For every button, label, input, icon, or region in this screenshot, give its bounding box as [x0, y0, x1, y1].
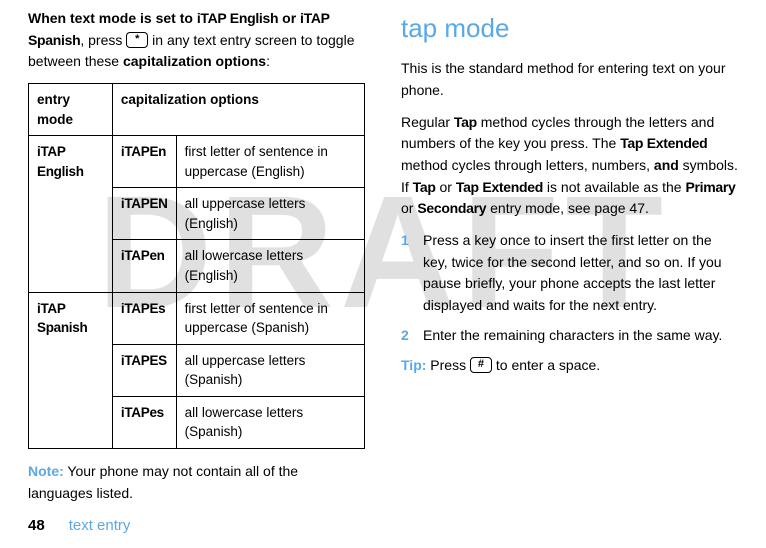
- secondary-label: Secondary: [417, 200, 486, 216]
- cell-code: iTAPen: [112, 240, 176, 292]
- cell-desc: first letter of sentence in uppercase (S…: [176, 292, 364, 344]
- intro-bold-tail: capitalization options: [123, 53, 266, 69]
- step-2: 2 Enter the remaining characters in the …: [401, 325, 738, 347]
- cell-itap-spanish: iTAP Spanish: [29, 292, 113, 448]
- txt: or: [436, 179, 456, 195]
- page-number: 48: [28, 517, 45, 534]
- note-paragraph: Note: Your phone may not contain all of …: [28, 461, 365, 504]
- txt: method cycles through letters, numbers,: [401, 157, 654, 173]
- txt: is not available as the: [543, 179, 685, 195]
- table-row: iTAP English iTAPEn first letter of sent…: [29, 136, 365, 188]
- th-cap-options: capitalization options: [112, 84, 364, 136]
- cell-code: iTAPEN: [112, 188, 176, 240]
- intro-prefix: When text mode is set to: [28, 10, 197, 26]
- cell-code: iTAPes: [112, 396, 176, 448]
- note-text: Your phone may not contain all of the la…: [28, 463, 298, 501]
- cell-desc: all lowercase letters (Spanish): [176, 396, 364, 448]
- page-footer: 48 text entry: [28, 517, 130, 534]
- right-column: tap mode This is the standard method for…: [401, 8, 738, 514]
- cell-code: iTAPEn: [112, 136, 176, 188]
- intro-paragraph: When text mode is set to iTAP English or…: [28, 8, 365, 73]
- tap-label: Tap: [454, 114, 477, 130]
- txt: Regular: [401, 114, 454, 130]
- tip-a: Press: [426, 357, 470, 373]
- tip-b: to enter a space.: [492, 357, 600, 373]
- step-number: 1: [401, 230, 423, 317]
- tap-detail: Regular Tap method cycles through the le…: [401, 112, 738, 220]
- cell-desc: first letter of sentence in uppercase (E…: [176, 136, 364, 188]
- txt: entry mode, see page 47.: [486, 200, 649, 216]
- step-text: Press a key once to insert the first let…: [423, 230, 738, 317]
- tap-mode-heading: tap mode: [401, 8, 738, 48]
- intro-mode1: iTAP English: [197, 10, 278, 26]
- tap-extended-label: Tap Extended: [456, 179, 543, 195]
- tip-paragraph: Tip: Press # to enter a space.: [401, 355, 738, 377]
- th-entry-mode: entry mode: [29, 84, 113, 136]
- step-1: 1 Press a key once to insert the first l…: [401, 230, 738, 317]
- txt: or: [401, 200, 417, 216]
- capitalization-table: entry mode capitalization options iTAP E…: [28, 83, 365, 449]
- intro-or: or: [278, 10, 300, 26]
- intro-mid1: , press: [80, 32, 126, 48]
- step-number: 2: [401, 325, 423, 347]
- tap-label: Tap: [413, 179, 436, 195]
- step-text: Enter the remaining characters in the sa…: [423, 325, 738, 347]
- cell-code: iTAPEs: [112, 292, 176, 344]
- page-columns: When text mode is set to iTAP English or…: [0, 0, 766, 514]
- tip-label: Tip:: [401, 357, 426, 373]
- table-row: iTAP Spanish iTAPEs first letter of sent…: [29, 292, 365, 344]
- cell-desc: all uppercase letters (Spanish): [176, 344, 364, 396]
- tap-intro: This is the standard method for entering…: [401, 58, 738, 101]
- note-label: Note:: [28, 463, 64, 479]
- cell-code: iTAPES: [112, 344, 176, 396]
- primary-label: Primary: [685, 179, 735, 195]
- cell-desc: all lowercase letters (English): [176, 240, 364, 292]
- and-bold: and: [654, 157, 679, 173]
- left-column: When text mode is set to iTAP English or…: [28, 8, 365, 514]
- intro-colon: :: [266, 53, 270, 69]
- footer-section-title: text entry: [69, 517, 131, 534]
- cell-itap-english: iTAP English: [29, 136, 113, 292]
- table-header-row: entry mode capitalization options: [29, 84, 365, 136]
- tap-extended-label: Tap Extended: [620, 135, 707, 151]
- cell-desc: all uppercase letters (English): [176, 188, 364, 240]
- hash-key-icon: #: [470, 357, 492, 373]
- asterisk-key-icon: *: [126, 32, 148, 48]
